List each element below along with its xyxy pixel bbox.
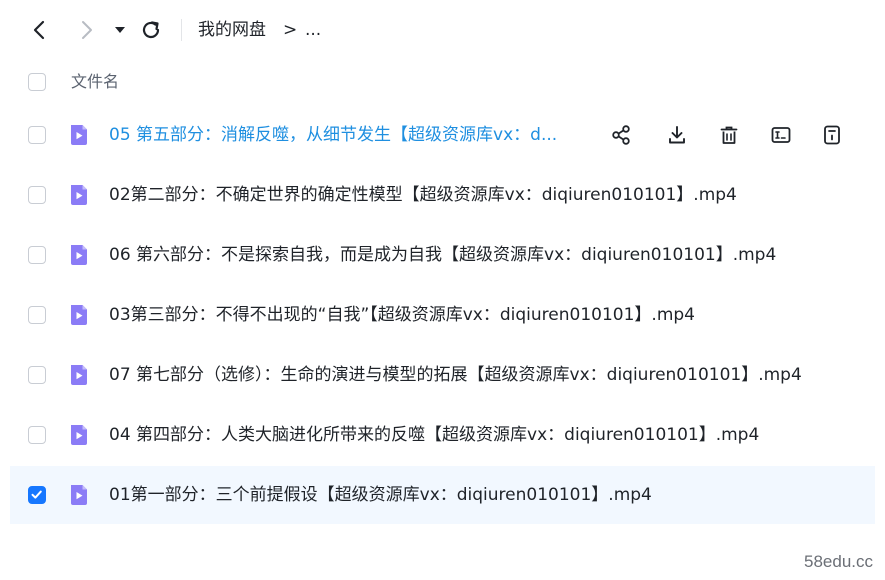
file-row[interactable]: 07 第七部分（选修）：生命的演进与模型的拓展【超级资源库vx：diqiuren… (10, 346, 875, 404)
share-icon[interactable] (606, 120, 636, 150)
download-icon[interactable] (662, 120, 692, 150)
file-row[interactable]: 01第一部分：三个前提假设【超级资源库vx：diqiuren010101】.mp… (10, 466, 875, 524)
forward-icon[interactable] (74, 18, 98, 42)
watermark: 58edu.cc (804, 552, 873, 571)
select-all-checkbox[interactable] (28, 73, 46, 91)
file-row[interactable]: 03第三部分：不得不出现的“自我”【超级资源库vx：diqiuren010101… (10, 286, 875, 344)
file-name[interactable]: 01第一部分：三个前提假设【超级资源库vx：diqiuren010101】.mp… (109, 483, 652, 507)
details-icon[interactable] (817, 120, 847, 150)
file-checkbox[interactable] (28, 186, 46, 204)
file-name[interactable]: 04 第四部分：人类大脑进化所带来的反噬【超级资源库vx：diqiuren010… (109, 423, 759, 447)
file-name[interactable]: 02第二部分：不确定世界的确定性模型【超级资源库vx：diqiuren01010… (109, 183, 737, 207)
toolbar-divider (181, 19, 182, 41)
video-file-icon (67, 423, 91, 447)
breadcrumb-root[interactable]: 我的网盘 (198, 18, 266, 42)
video-file-icon (67, 243, 91, 267)
file-name[interactable]: 03第三部分：不得不出现的“自我”【超级资源库vx：diqiuren010101… (109, 303, 695, 327)
file-row[interactable]: 06 第六部分：不是探索自我，而是成为自我【超级资源库vx：diqiuren01… (10, 226, 875, 284)
filename-column-header[interactable]: 文件名 (71, 71, 119, 93)
video-file-icon (67, 183, 91, 207)
video-file-icon (67, 483, 91, 507)
file-name[interactable]: 05 第五部分：消解反噬，从细节发生【超级资源库vx：d... (109, 123, 557, 147)
delete-icon[interactable] (714, 120, 744, 150)
file-name[interactable]: 07 第七部分（选修）：生命的演进与模型的拓展【超级资源库vx：diqiuren… (109, 363, 802, 387)
breadcrumb-separator: > (283, 20, 298, 40)
video-file-icon (67, 363, 91, 387)
rename-icon[interactable] (766, 120, 796, 150)
file-row[interactable]: 02第二部分：不确定世界的确定性模型【超级资源库vx：diqiuren01010… (10, 166, 875, 224)
file-row[interactable]: 05 第五部分：消解反噬，从细节发生【超级资源库vx：d... (10, 106, 875, 164)
video-file-icon (67, 123, 91, 147)
breadcrumb-more[interactable]: ... (305, 18, 321, 42)
file-checkbox[interactable] (28, 126, 46, 144)
file-checkbox[interactable] (28, 486, 46, 504)
list-header: 文件名 (0, 60, 885, 104)
file-checkbox[interactable] (28, 306, 46, 324)
back-icon[interactable] (28, 18, 52, 42)
history-dropdown-icon[interactable] (112, 22, 128, 38)
file-name[interactable]: 06 第六部分：不是探索自我，而是成为自我【超级资源库vx：diqiuren01… (109, 243, 776, 267)
file-checkbox[interactable] (28, 366, 46, 384)
refresh-icon[interactable] (139, 18, 163, 42)
file-checkbox[interactable] (28, 426, 46, 444)
file-row[interactable]: 04 第四部分：人类大脑进化所带来的反噬【超级资源库vx：diqiuren010… (10, 406, 875, 464)
video-file-icon (67, 303, 91, 327)
navigation-toolbar: 我的网盘 > ... (0, 0, 885, 60)
file-checkbox[interactable] (28, 246, 46, 264)
